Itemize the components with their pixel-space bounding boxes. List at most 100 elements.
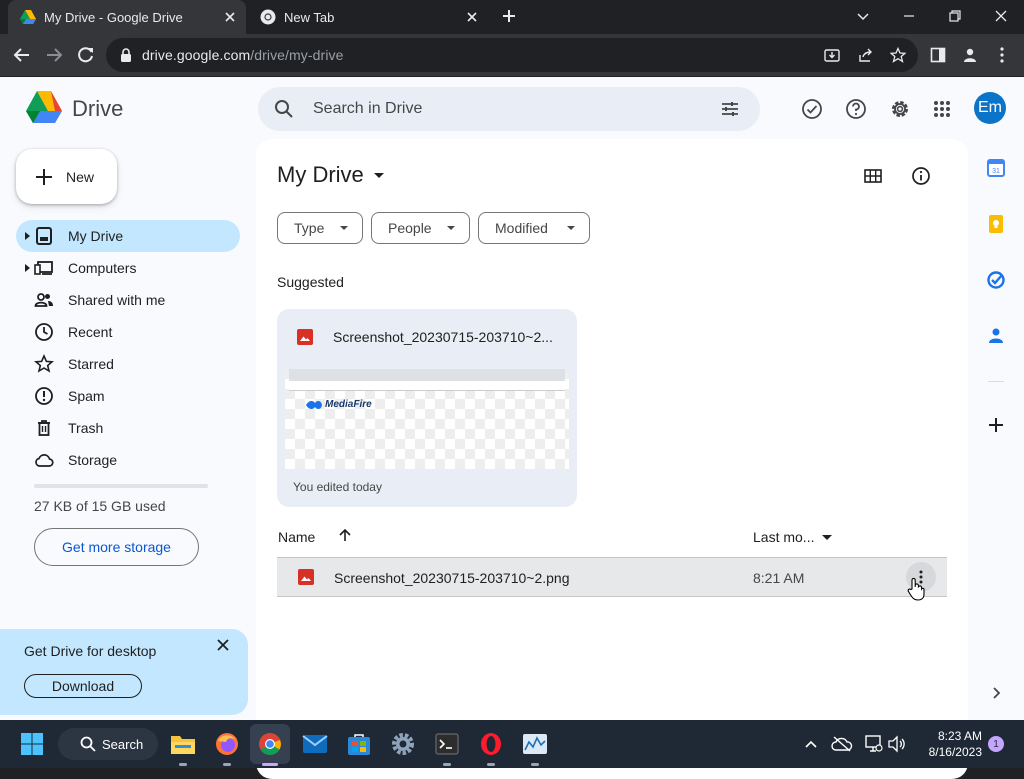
- settings-gear-icon[interactable]: [888, 97, 912, 121]
- firefox-icon[interactable]: [211, 728, 243, 760]
- column-header-name[interactable]: Name: [278, 529, 315, 545]
- suggested-file-card[interactable]: Screenshot_20230715-203710~2... MediaFir…: [277, 309, 577, 507]
- new-button[interactable]: New: [16, 149, 117, 204]
- nav-label: Recent: [68, 324, 113, 340]
- running-indicator: [179, 763, 187, 766]
- nav-item-trash[interactable]: Trash: [16, 412, 240, 444]
- dropdown-arrow-icon[interactable]: [822, 535, 832, 540]
- windows-start-icon[interactable]: [16, 728, 48, 760]
- page-title[interactable]: My Drive: [277, 162, 384, 188]
- get-more-storage-button[interactable]: Get more storage: [34, 528, 199, 566]
- opera-icon[interactable]: [475, 728, 507, 760]
- add-addon-icon[interactable]: [986, 415, 1006, 435]
- clock-time: 8:23 AM: [937, 729, 982, 743]
- tasks-icon[interactable]: [986, 270, 1006, 290]
- taskbar-search-button[interactable]: Search: [58, 728, 158, 760]
- google-apps-icon[interactable]: [930, 97, 954, 121]
- file-explorer-icon[interactable]: [167, 728, 199, 760]
- mediafire-logo-icon: [305, 400, 323, 410]
- search-icon[interactable]: [274, 99, 294, 119]
- filter-type-chip[interactable]: Type: [277, 212, 363, 244]
- new-tab-button[interactable]: [495, 4, 523, 28]
- file-name: Screenshot_20230715-203710~2.png: [334, 570, 570, 586]
- microsoft-store-icon[interactable]: [343, 728, 375, 760]
- shared-icon: [34, 290, 54, 310]
- tab-new-tab[interactable]: New Tab: [250, 0, 488, 34]
- restore-window-icon[interactable]: [941, 4, 969, 28]
- close-window-icon[interactable]: [987, 4, 1015, 28]
- image-file-icon: [297, 329, 313, 345]
- mail-icon[interactable]: [299, 728, 331, 760]
- offline-ready-icon[interactable]: [800, 97, 824, 121]
- expand-caret-icon[interactable]: [25, 232, 30, 240]
- expand-caret-icon[interactable]: [25, 264, 30, 272]
- nav-item-starred[interactable]: Starred: [16, 348, 240, 380]
- settings-app-icon[interactable]: [387, 728, 419, 760]
- forward-arrow-icon[interactable]: [42, 43, 66, 67]
- nav-item-storage[interactable]: Storage: [16, 444, 240, 476]
- chip-label: People: [388, 220, 432, 236]
- address-bar[interactable]: drive.google.com/drive/my-drive: [106, 38, 918, 72]
- side-panel-icon[interactable]: [926, 43, 950, 67]
- reload-icon[interactable]: [74, 43, 98, 67]
- nav-item-computers[interactable]: Computers: [16, 252, 240, 284]
- filter-modified-chip[interactable]: Modified: [478, 212, 590, 244]
- lock-icon[interactable]: [120, 48, 132, 62]
- nav-item-shared-with-me[interactable]: Shared with me: [16, 284, 240, 316]
- dropdown-arrow-icon: [373, 172, 384, 178]
- nav-label: Storage: [68, 452, 118, 468]
- help-icon[interactable]: [844, 97, 868, 121]
- clock[interactable]: 8:23 AM 8/16/2023: [912, 728, 982, 760]
- chrome-icon[interactable]: [254, 728, 286, 760]
- terminal-icon[interactable]: [431, 728, 463, 760]
- profile-icon[interactable]: [958, 43, 982, 67]
- resource-monitor-icon[interactable]: [519, 728, 551, 760]
- close-tab-icon[interactable]: [464, 9, 480, 25]
- tab-search-chevron-icon[interactable]: [849, 4, 877, 28]
- search-options-icon[interactable]: [720, 99, 740, 119]
- image-file-icon: [298, 569, 314, 585]
- grid-view-icon[interactable]: [861, 164, 885, 188]
- thumbnail-tabbar: [289, 369, 565, 381]
- back-arrow-icon[interactable]: [10, 43, 34, 67]
- search-icon: [80, 736, 96, 752]
- volume-icon[interactable]: [881, 728, 913, 760]
- keep-icon[interactable]: [986, 214, 1006, 234]
- browser-toolbar: drive.google.com/drive/my-drive: [0, 34, 1024, 76]
- drive-favicon-icon: [20, 10, 36, 24]
- thumbnail-urlbar: [289, 381, 565, 391]
- nav-item-spam[interactable]: Spam: [16, 380, 240, 412]
- file-thumbnail: MediaFire: [285, 369, 569, 469]
- notification-badge[interactable]: 1: [988, 736, 1004, 752]
- more-vert-icon[interactable]: [990, 43, 1014, 67]
- onedrive-offline-icon[interactable]: [826, 728, 858, 760]
- table-row[interactable]: Screenshot_20230715-203710~2.png 8:21 AM: [277, 557, 947, 597]
- nav-label: Trash: [68, 420, 104, 436]
- clock-date: 8/16/2023: [928, 745, 982, 759]
- drive-logo-icon[interactable]: [26, 91, 62, 123]
- calendar-icon[interactable]: 31: [986, 158, 1006, 178]
- show-hidden-icons-chevron-icon[interactable]: [795, 728, 827, 760]
- svg-text:31: 31: [992, 168, 1000, 175]
- download-button[interactable]: Download: [24, 674, 142, 698]
- info-icon[interactable]: [909, 164, 933, 188]
- drive-logo-text[interactable]: Drive: [72, 96, 123, 122]
- minimize-window-icon[interactable]: [895, 4, 923, 28]
- nav-item-recent[interactable]: Recent: [16, 316, 240, 348]
- chevron-right-icon[interactable]: [986, 683, 1006, 703]
- share-icon[interactable]: [858, 47, 874, 63]
- nav-label: My Drive: [68, 228, 124, 244]
- column-header-last-modified[interactable]: Last mo...: [753, 529, 814, 545]
- search-bar[interactable]: Search in Drive: [258, 87, 760, 131]
- install-app-icon[interactable]: [824, 47, 840, 63]
- sort-ascending-icon[interactable]: [337, 527, 353, 543]
- nav-item-my-drive[interactable]: My Drive: [16, 220, 240, 252]
- contacts-icon[interactable]: [986, 326, 1006, 346]
- account-avatar[interactable]: Em: [974, 92, 1006, 124]
- filter-people-chip[interactable]: People: [371, 212, 470, 244]
- tab-my-drive[interactable]: My Drive - Google Drive: [8, 0, 246, 34]
- close-tab-icon[interactable]: [222, 9, 238, 25]
- close-promo-icon[interactable]: [215, 637, 231, 653]
- bookmark-star-icon[interactable]: [890, 47, 906, 63]
- cloud-icon: [34, 450, 54, 470]
